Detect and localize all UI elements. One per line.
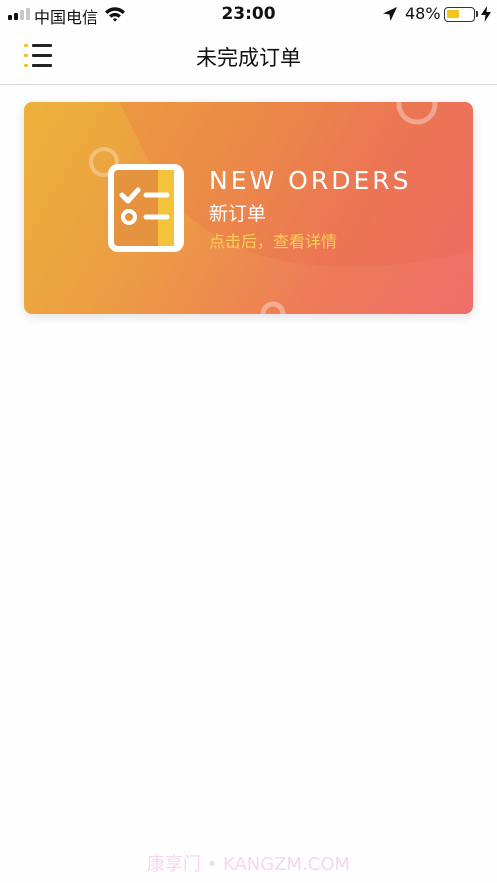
watermark: 康享门 • KANGZM.COM: [146, 854, 351, 875]
page-title: 未完成订单: [196, 46, 301, 70]
status-bar: 中国电信 23:00 48%: [0, 0, 497, 28]
charging-bolt-icon: [481, 6, 491, 22]
location-arrow-icon: [383, 7, 397, 21]
battery-icon: [444, 7, 475, 22]
card-title-cn: 新订单: [209, 203, 267, 225]
new-orders-card[interactable]: NEW ORDERS 新订单 点击后，查看详情: [24, 102, 473, 314]
battery-cap: [476, 11, 478, 17]
battery-percent: 48%: [405, 4, 441, 23]
checklist-icon: [108, 164, 184, 252]
battery-level-fill: [447, 10, 459, 18]
card-hint: 点击后，查看详情: [209, 232, 338, 251]
navigation-bar: 未完成订单: [0, 28, 497, 85]
card-title-en: NEW ORDERS: [209, 166, 412, 195]
